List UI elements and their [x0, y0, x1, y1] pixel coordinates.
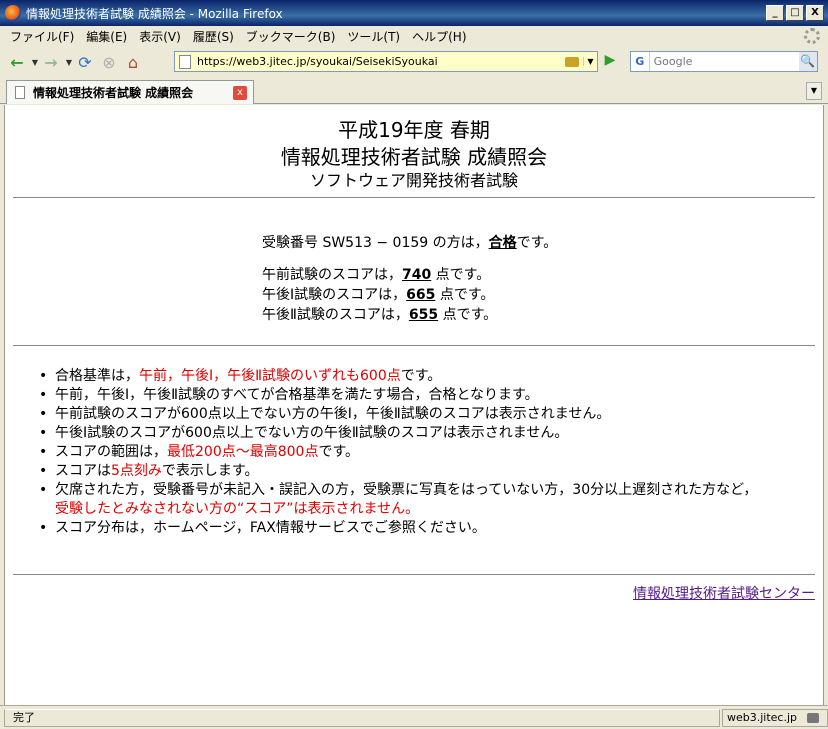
score-pm1-suffix: 点です。 [435, 287, 495, 303]
score-pm2-value: 655 [408, 307, 439, 323]
url-input[interactable] [197, 55, 565, 68]
search-bar[interactable]: G 🔍 [630, 51, 818, 72]
window-controls: _ □ X [766, 5, 824, 21]
score-pm1: 午後Ⅰ試験のスコアは，665 点です。 [262, 285, 557, 305]
divider-bottom [13, 574, 815, 575]
close-button[interactable]: X [806, 5, 824, 21]
page-title-term: 平成19年度 春期 [338, 118, 490, 142]
maximize-button[interactable]: □ [786, 5, 804, 21]
tab-page-icon [15, 86, 25, 99]
menu-bookmarks[interactable]: ブックマーク(B) [242, 28, 344, 45]
page-content: 平成19年度 春期 情報処理技術者試験 成績照会 ソフトウェア開発技術者試験 受… [4, 105, 824, 705]
forward-dropdown-icon[interactable]: ▼ [64, 58, 74, 67]
list-item: 合格基準は，午前，午後Ⅰ，午後Ⅱ試験のいずれも600点です。 [39, 367, 819, 386]
score-am-label: 午前試験のスコアは， [262, 267, 402, 283]
back-icon[interactable]: ← [6, 51, 28, 73]
throbber-icon [804, 28, 820, 44]
firefox-icon [5, 5, 21, 21]
search-input[interactable] [649, 55, 799, 68]
list-item: 午前試験のスコアが600点以上でない方の午後Ⅰ，午後Ⅱ試験のスコアは表示されませ… [39, 405, 819, 424]
score-am-suffix: 点です。 [431, 267, 491, 283]
note-text: です。 [318, 444, 360, 460]
status-bar: 完了 web3.jitec.jp [0, 705, 828, 729]
note-text: スコアは [55, 463, 111, 479]
tab-close-icon[interactable]: x [233, 85, 247, 100]
score-am-value: 740 [402, 267, 432, 283]
list-item: 午後Ⅰ試験のスコアが600点以上でない方の午後Ⅱ試験のスコアは表示されません。 [39, 424, 819, 443]
note-highlight: 受験したとみなされない方の“スコア”は表示されません。 [55, 501, 420, 517]
page-icon [179, 54, 191, 69]
list-item: スコアの範囲は，最低200点〜最高800点です。 [39, 443, 819, 462]
page-title: 情報処理技術者試験 成績照会 [280, 145, 548, 169]
note-text: 合格基準は， [55, 368, 139, 384]
menu-file[interactable]: ファイル(F) [6, 28, 82, 45]
score-am: 午前試験のスコアは，740 点です。 [262, 265, 557, 285]
window-title: 情報処理技術者試験 成績照会 - Mozilla Firefox [26, 6, 283, 21]
menu-history[interactable]: 履歴(S) [189, 28, 242, 45]
note-text: です。 [400, 368, 442, 384]
note-text: で表示します。 [161, 463, 259, 479]
page-header: 平成19年度 春期 情報処理技術者試験 成績照会 ソフトウェア開発技術者試験 [5, 117, 823, 191]
score-pm2-suffix: 点です。 [438, 307, 498, 323]
menu-view[interactable]: 表示(V) [135, 28, 189, 45]
list-item: スコア分布は，ホームページ，FAX情報サービスでご参照ください。 [39, 519, 819, 538]
forward-icon[interactable]: → [40, 51, 62, 73]
window-titlebar[interactable]: 情報処理技術者試験 成績照会 - Mozilla Firefox _ □ X [0, 0, 828, 26]
score-pm1-label: 午後Ⅰ試験のスコアは， [262, 287, 407, 303]
home-icon[interactable]: ⌂ [122, 51, 144, 73]
note-highlight: 午前，午後Ⅰ，午後Ⅱ試験のいずれも600点 [139, 368, 401, 384]
lock-icon[interactable] [565, 56, 579, 67]
back-dropdown-icon[interactable]: ▼ [30, 58, 40, 67]
list-item: 欠席された方，受験番号が未記入・誤記入の方，受験票に写真をはっていない方，30分… [39, 481, 819, 519]
google-icon[interactable]: G [631, 52, 650, 71]
menu-tools[interactable]: ツール(T) [343, 28, 408, 45]
list-item: 午前，午後Ⅰ，午後Ⅱ試験のすべてが合格基準を満たす場合，合格となります。 [39, 386, 819, 405]
score-pm2: 午後Ⅱ試験のスコアは，655 点です。 [262, 305, 557, 325]
result-block: 受験番号 SW513 − 0159 の方は，合格です。 午前試験のスコアは，74… [262, 233, 557, 325]
divider-top [13, 197, 815, 198]
search-icon[interactable]: 🔍 [798, 52, 817, 71]
minimize-button[interactable]: _ [766, 5, 784, 21]
result-status: 合格 [488, 235, 517, 251]
status-domain-text: web3.jitec.jp [727, 710, 798, 724]
result-suffix: です。 [516, 235, 558, 251]
result-prefix: 受験番号 SW513 − 0159 の方は， [262, 235, 489, 251]
note-text: 欠席された方，受験番号が未記入・誤記入の方，受験票に写真をはっていない方，30分… [55, 482, 758, 498]
reload-icon[interactable]: ⟳ [74, 51, 96, 73]
note-highlight: 最低200点〜最高800点 [167, 444, 319, 460]
score-pm2-label: 午後Ⅱ試験のスコアは， [262, 307, 409, 323]
tab-label: 情報処理技術者試験 成績照会 [33, 86, 194, 100]
exam-center-link[interactable]: 情報処理技術者試験センター [633, 583, 815, 603]
menu-help[interactable]: ヘルプ(H) [408, 28, 474, 45]
stop-icon[interactable]: ⊗ [98, 51, 120, 73]
status-domain: web3.jitec.jp [722, 708, 828, 727]
menubar: ファイル(F) 編集(E) 表示(V) 履歴(S) ブックマーク(B) ツール(… [0, 26, 828, 46]
tab-list-dropdown-icon[interactable]: ▼ [806, 82, 822, 100]
tab-active[interactable]: 情報処理技術者試験 成績照会 x [6, 80, 254, 104]
menu-edit[interactable]: 編集(E) [82, 28, 135, 45]
tab-strip: 情報処理技術者試験 成績照会 x ▼ [0, 78, 828, 104]
exam-category: ソフトウェア開発技術者試験 [309, 171, 518, 190]
score-pm1-value: 665 [406, 287, 436, 303]
security-lock-icon[interactable] [807, 712, 819, 723]
navigation-toolbar: ← ▼ → ▼ ⟳ ⊗ ⌂ ▼ ▶ G 🔍 [0, 46, 828, 78]
notes-list: 合格基準は，午前，午後Ⅰ，午後Ⅱ試験のいずれも600点です。 午前，午後Ⅰ，午後… [39, 367, 819, 538]
status-text: 完了 [4, 708, 720, 727]
note-text: スコアの範囲は， [55, 444, 167, 460]
url-bar[interactable]: ▼ [174, 51, 598, 72]
url-dropdown-icon[interactable]: ▼ [583, 57, 597, 66]
note-highlight: 5点刻み [111, 463, 162, 479]
divider-middle [13, 345, 815, 346]
go-icon[interactable]: ▶ [600, 52, 620, 72]
list-item: スコアは5点刻みで表示します。 [39, 462, 819, 481]
result-line: 受験番号 SW513 − 0159 の方は，合格です。 [262, 233, 557, 253]
